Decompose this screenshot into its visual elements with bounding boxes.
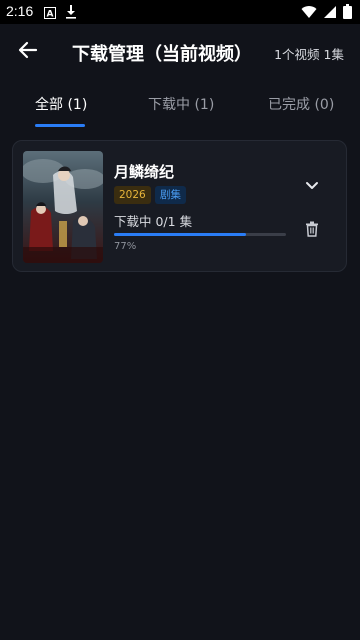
download-item[interactable]: 月鳞绮纪 2026 剧集 下载中 0/1 集 77% <box>12 140 347 272</box>
status-bar: 2:16 A <box>0 0 360 24</box>
download-status: 下载中 0/1 集 <box>114 214 193 229</box>
arrow-left-icon <box>18 40 38 64</box>
download-summary: 1个视频 1集 <box>274 47 344 62</box>
signal-icon <box>323 4 337 23</box>
video-poster <box>23 151 103 263</box>
year-tag: 2026 <box>114 186 151 204</box>
battery-icon <box>343 4 352 23</box>
status-time: 2:16 <box>6 3 34 19</box>
tab-completed[interactable]: 已完成 (0) <box>268 94 334 114</box>
progress-bar-fill <box>114 233 247 236</box>
video-title: 月鳞绮纪 <box>114 163 175 181</box>
status-left-icons: A <box>44 4 76 23</box>
expand-button[interactable] <box>302 175 322 195</box>
type-tag: 剧集 <box>155 186 186 204</box>
progress-bar <box>114 233 286 236</box>
delete-button[interactable] <box>302 221 322 241</box>
active-tab-indicator <box>35 124 85 127</box>
tab-bar: 全部 (1) 下载中 (1) 已完成 (0) <box>0 82 360 130</box>
trash-icon <box>305 221 319 241</box>
chevron-down-icon <box>305 176 319 195</box>
wifi-icon <box>301 4 317 23</box>
a-icon: A <box>44 4 56 23</box>
tab-downloading[interactable]: 下载中 (1) <box>148 94 214 114</box>
svg-text:A: A <box>47 10 54 20</box>
tab-all[interactable]: 全部 (1) <box>35 94 87 114</box>
download-icon <box>66 4 76 23</box>
progress-percent: 77% <box>114 241 137 252</box>
page-title: 下载管理（当前视频） <box>72 44 252 65</box>
status-right-icons <box>301 4 352 23</box>
header: 下载管理（当前视频） 1个视频 1集 <box>0 24 360 80</box>
back-button[interactable] <box>14 38 42 66</box>
